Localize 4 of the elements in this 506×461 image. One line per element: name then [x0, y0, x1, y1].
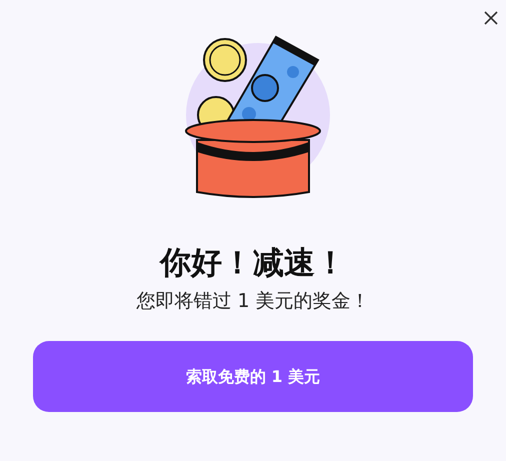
close-icon[interactable]	[484, 11, 498, 25]
title: 你好！减速！	[160, 244, 346, 283]
claim-button[interactable]: 索取免费的 1 美元	[33, 341, 473, 412]
subtitle: 您即将错过 1 美元的奖金！	[136, 288, 370, 314]
